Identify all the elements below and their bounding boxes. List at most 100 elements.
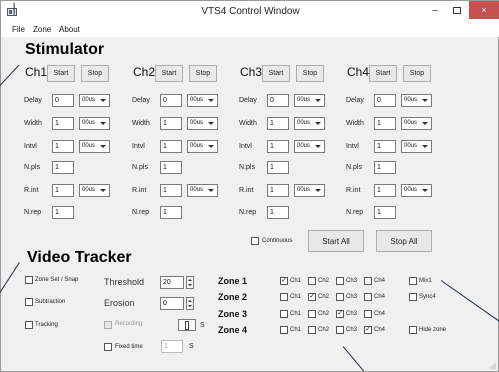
zone-channel-checkbox[interactable]: ✓ <box>364 326 372 334</box>
zone-channel-checkbox[interactable] <box>280 326 288 334</box>
resize-grip-icon[interactable] <box>488 361 496 369</box>
channel-start-button[interactable]: Start <box>262 65 290 82</box>
intvl-input[interactable]: 1 <box>374 140 396 153</box>
erosion-spinner[interactable] <box>186 297 194 310</box>
npls-input[interactable]: 1 <box>160 161 182 174</box>
zone-channel-checkbox[interactable] <box>336 326 344 334</box>
width-input[interactable]: 1 <box>52 117 74 130</box>
npls-input[interactable]: 1 <box>267 161 289 174</box>
mix-checkbox[interactable] <box>409 277 417 285</box>
zone-channel-checkbox[interactable] <box>336 277 344 285</box>
zone-channel-checkbox[interactable]: ✓ <box>336 310 344 318</box>
intvl-label: Intvl <box>132 143 145 150</box>
rint-unit-select[interactable]: 00us <box>401 184 432 197</box>
width-unit-select[interactable]: 00us <box>187 117 218 130</box>
npls-input[interactable]: 1 <box>374 161 396 174</box>
zone-channel-label: Ch2 <box>318 327 330 333</box>
menu-file[interactable]: File <box>12 25 25 34</box>
stop-all-button[interactable]: Stop All <box>376 230 432 252</box>
delay-unit-select[interactable]: 00us <box>187 94 218 107</box>
width-label: Width <box>132 120 150 127</box>
title-bar: VTS4 Control Window – × <box>1 1 499 23</box>
channel-start-button[interactable]: Start <box>369 65 397 82</box>
chevron-down-icon <box>208 145 214 148</box>
subtraction-checkbox[interactable] <box>25 298 33 306</box>
width-unit-select[interactable]: 00us <box>401 117 432 130</box>
nrep-input[interactable]: 1 <box>267 206 289 219</box>
zone-channel-checkbox[interactable] <box>280 293 288 301</box>
intvl-unit-select[interactable]: 00us <box>187 140 218 153</box>
chevron-down-icon <box>422 122 428 125</box>
delay-input[interactable]: 0 <box>160 94 182 107</box>
recording-duration-input[interactable] <box>178 319 196 331</box>
zone-channel-checkbox[interactable]: ✓ <box>280 277 288 285</box>
rint-input[interactable]: 1 <box>267 184 289 197</box>
rint-input[interactable]: 1 <box>52 184 74 197</box>
intvl-input[interactable]: 1 <box>160 140 182 153</box>
zone-channel-checkbox[interactable] <box>308 310 316 318</box>
channel-start-button[interactable]: Start <box>47 65 75 82</box>
zone-channel-checkbox[interactable] <box>308 277 316 285</box>
intvl-input[interactable]: 1 <box>267 140 289 153</box>
channel-title: Ch3 <box>240 65 263 79</box>
intvl-unit-select[interactable]: 00us <box>79 140 110 153</box>
zone-channel-checkbox[interactable] <box>280 310 288 318</box>
menu-zone[interactable]: Zone <box>33 25 51 34</box>
zone-channel-checkbox[interactable]: ✓ <box>308 293 316 301</box>
rint-unit-select[interactable]: 00us <box>187 184 218 197</box>
fixed-time-input[interactable]: 1 <box>161 340 183 353</box>
intvl-input[interactable]: 1 <box>52 140 74 153</box>
nrep-input[interactable]: 1 <box>160 206 182 219</box>
delay-input[interactable]: 0 <box>52 94 74 107</box>
continuous-checkbox[interactable] <box>251 237 259 245</box>
intvl-unit-select[interactable]: 00us <box>294 140 325 153</box>
rint-unit-select[interactable]: 00us <box>79 184 110 197</box>
zone-set-snap-checkbox[interactable] <box>25 276 33 284</box>
erosion-input[interactable]: 0 <box>160 297 184 310</box>
zone-channel-checkbox[interactable] <box>336 293 344 301</box>
nrep-input[interactable]: 1 <box>374 206 396 219</box>
rint-input[interactable]: 1 <box>374 184 396 197</box>
width-unit-select[interactable]: 00us <box>294 117 325 130</box>
zone-channel-checkbox[interactable] <box>308 326 316 334</box>
chevron-down-icon <box>315 189 321 192</box>
rint-unit-select[interactable]: 00us <box>294 184 325 197</box>
tracking-checkbox[interactable] <box>25 321 33 329</box>
hide-zone-checkbox[interactable] <box>409 326 417 334</box>
width-input[interactable]: 1 <box>160 117 182 130</box>
width-input[interactable]: 1 <box>374 117 396 130</box>
nrep-input[interactable]: 1 <box>52 206 74 219</box>
menu-about[interactable]: About <box>59 25 80 34</box>
chevron-down-icon <box>422 145 428 148</box>
zone-channel-checkbox[interactable] <box>364 277 372 285</box>
maximize-button[interactable] <box>447 1 467 19</box>
sync-label: Sync4 <box>419 294 436 300</box>
fixed-time-checkbox[interactable] <box>104 343 112 351</box>
rint-label: R.int <box>132 187 147 194</box>
delay-unit-select[interactable]: 00us <box>401 94 432 107</box>
channel-stop-button[interactable]: Stop <box>189 65 217 82</box>
sync-checkbox[interactable] <box>409 293 417 301</box>
delay-input[interactable]: 0 <box>267 94 289 107</box>
channel-stop-button[interactable]: Stop <box>81 65 109 82</box>
recording-checkbox[interactable] <box>104 321 112 329</box>
channel-stop-button[interactable]: Stop <box>296 65 324 82</box>
npls-input[interactable]: 1 <box>52 161 74 174</box>
delay-input[interactable]: 0 <box>374 94 396 107</box>
channel-stop-button[interactable]: Stop <box>403 65 431 82</box>
start-all-button[interactable]: Start All <box>308 230 364 252</box>
threshold-input[interactable]: 20 <box>160 276 184 289</box>
intvl-unit-select[interactable]: 00us <box>401 140 432 153</box>
zone-channel-checkbox[interactable] <box>364 293 372 301</box>
channel-title: Ch2 <box>133 65 156 79</box>
channel-start-button[interactable]: Start <box>155 65 183 82</box>
close-button[interactable]: × <box>469 1 499 19</box>
minimize-button[interactable]: – <box>425 1 445 19</box>
width-input[interactable]: 1 <box>267 117 289 130</box>
rint-input[interactable]: 1 <box>160 184 182 197</box>
delay-unit-select[interactable]: 00us <box>294 94 325 107</box>
delay-unit-select[interactable]: 00us <box>79 94 110 107</box>
width-unit-select[interactable]: 00us <box>79 117 110 130</box>
threshold-spinner[interactable] <box>186 276 194 289</box>
zone-channel-checkbox[interactable] <box>364 310 372 318</box>
